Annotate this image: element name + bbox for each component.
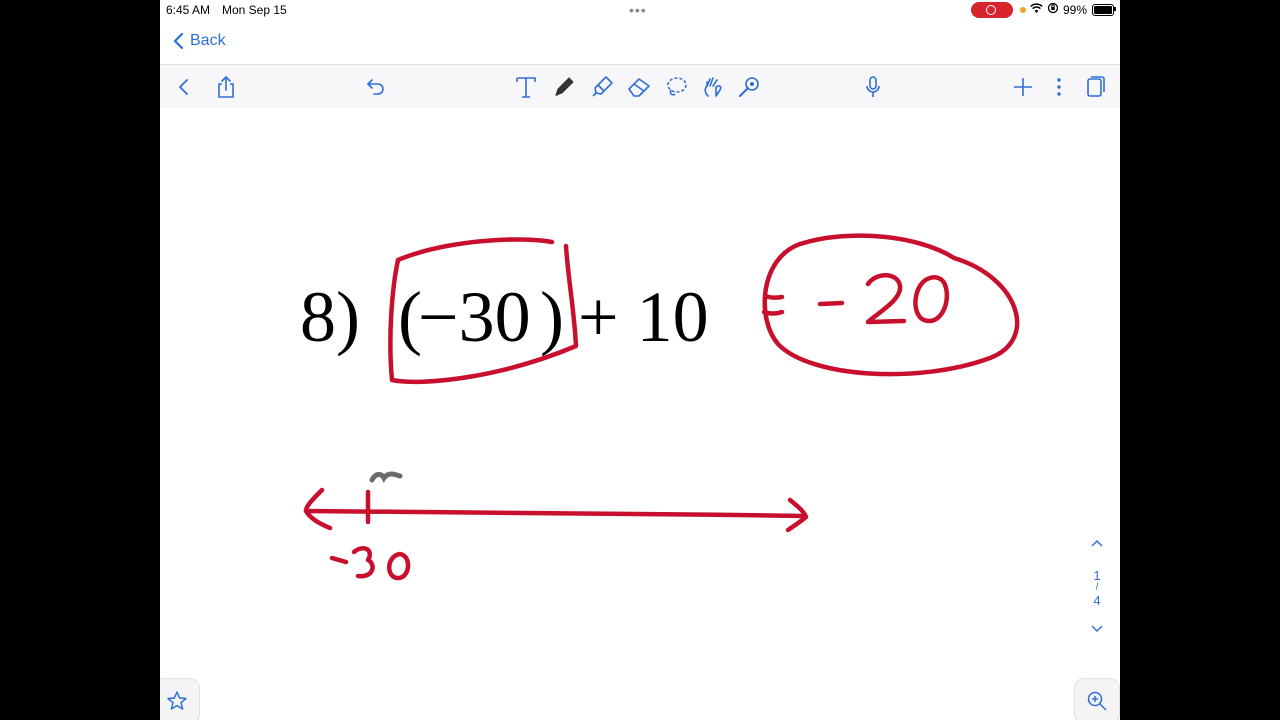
page-indicator: 1 / 4 xyxy=(1084,536,1110,638)
handwritten-digit-0 xyxy=(913,275,950,324)
back-label: Back xyxy=(190,32,226,49)
microphone-icon xyxy=(866,76,880,97)
add-button[interactable] xyxy=(1009,73,1037,101)
battery-percent: 99% xyxy=(1063,3,1088,17)
pages-button[interactable] xyxy=(1081,73,1109,101)
previous-button[interactable] xyxy=(170,73,198,101)
lasso-button[interactable] xyxy=(662,73,690,101)
hand-draw-icon xyxy=(704,77,722,97)
plus-icon xyxy=(1014,78,1032,96)
share-button[interactable] xyxy=(212,73,240,101)
ipad-screen: 6:45 AM Mon Sep 15 ••• 99% Back 8) (−30… xyxy=(160,0,1120,720)
battery-icon xyxy=(1092,4,1114,16)
pages-icon xyxy=(1087,76,1105,97)
pen-icon xyxy=(555,77,574,96)
favorite-button[interactable] xyxy=(160,678,200,720)
handwritten-minus xyxy=(817,300,845,307)
pen-tool-button[interactable] xyxy=(550,73,578,101)
screen-recording-icon[interactable] xyxy=(971,2,1013,18)
note-page[interactable]: 8) ( −30 ) + 10 1 / 4 xyxy=(160,108,1120,720)
share-icon xyxy=(218,75,234,98)
status-date: Mon Sep 15 xyxy=(222,3,287,17)
wifi-icon xyxy=(1030,2,1043,17)
text-tool-icon xyxy=(516,77,536,98)
eraser-button[interactable] xyxy=(625,73,653,101)
more-icon xyxy=(1057,78,1061,96)
multitasking-dots-icon[interactable]: ••• xyxy=(629,3,647,17)
chevron-up-icon xyxy=(1091,539,1103,547)
back-button[interactable]: Back xyxy=(172,32,226,50)
shapes-button[interactable] xyxy=(699,73,727,101)
eraser-icon xyxy=(628,78,650,97)
undo-button[interactable] xyxy=(362,73,390,101)
star-icon xyxy=(167,691,187,710)
handwriting-layer xyxy=(303,233,1020,581)
more-button[interactable] xyxy=(1045,73,1073,101)
text-tool-button[interactable] xyxy=(512,73,540,101)
chevron-left-icon xyxy=(179,79,188,95)
highlighter-button[interactable] xyxy=(588,73,616,101)
handwritten-digit-2 xyxy=(865,273,907,325)
status-time: 6:45 AM xyxy=(166,3,211,17)
toolbar xyxy=(160,64,1120,109)
mic-indicator-icon xyxy=(1020,7,1026,13)
page-up-button[interactable] xyxy=(1084,536,1110,552)
page-down-button[interactable] xyxy=(1084,622,1110,638)
box-around-negative-30 xyxy=(388,237,579,385)
total-pages: 4 xyxy=(1093,593,1101,608)
highlighter-icon xyxy=(592,76,613,97)
laser-pointer-icon xyxy=(739,77,759,97)
label-digit-0 xyxy=(387,551,411,581)
current-page: 1 xyxy=(1093,568,1101,583)
gray-scribble xyxy=(369,471,403,483)
zoom-button[interactable] xyxy=(1074,678,1120,720)
status-bar: 6:45 AM Mon Sep 15 ••• 99% xyxy=(160,0,1120,20)
lasso-icon xyxy=(667,77,687,96)
chevron-down-icon xyxy=(1091,625,1103,633)
zoom-in-icon xyxy=(1087,691,1107,711)
navigation-bar: Back xyxy=(160,22,1120,64)
chevron-left-icon xyxy=(173,32,184,50)
label-digit-3 xyxy=(351,546,375,579)
undo-icon xyxy=(367,79,384,95)
microphone-button[interactable] xyxy=(859,73,887,101)
orientation-lock-icon xyxy=(1047,2,1059,17)
label-minus xyxy=(329,555,349,565)
laser-pointer-button[interactable] xyxy=(735,73,763,101)
number-line-shaft xyxy=(303,508,807,519)
